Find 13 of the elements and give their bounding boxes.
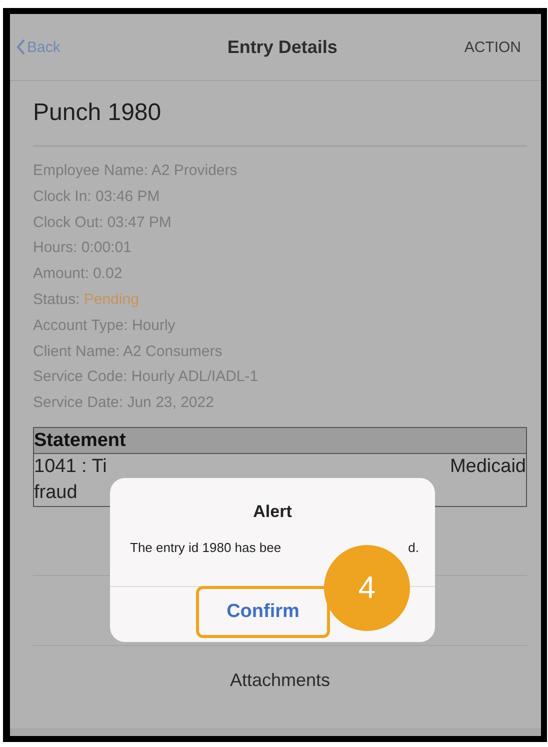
table-header: Statement [34,428,526,454]
alert-message: d. [408,540,419,555]
confirm-button[interactable]: Confirm [222,599,304,625]
attachments-link[interactable]: Attachments [230,670,330,690]
alert-title: Alert [253,502,292,521]
alert-message: The entry id 1980 has bee [130,540,282,555]
screen-title: Entry Details [227,36,338,58]
chevron-left-icon [16,39,26,55]
action-button[interactable]: ACTION [464,38,521,56]
statement-text: 1041 : Ti [34,454,107,479]
statement-text: fraud [34,480,78,505]
entry-heading: Punch 1980 [33,81,527,147]
statement-text: Medicaid [450,454,526,479]
